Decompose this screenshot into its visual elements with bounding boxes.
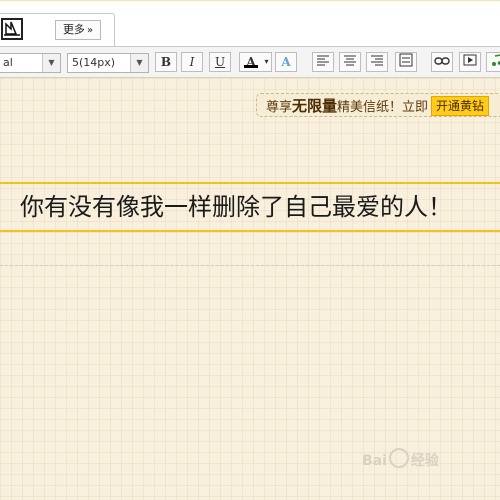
more-button[interactable]: 更多» [55,20,101,40]
align-left-button[interactable] [312,52,334,72]
watermark-left: Bai [362,453,387,469]
font-family-value: al [3,56,13,69]
font-size-select[interactable]: 5(14px) ▼ [67,53,149,73]
insert-music-button[interactable] [486,52,500,72]
insert-video-button[interactable] [459,52,481,72]
align-center-button[interactable] [339,52,361,72]
editor-tab-strip: 更多» [0,0,500,48]
baidu-jingyan-watermark: Bai 经验 [362,448,482,476]
promo-suffix: 精美信纸！立即 [337,100,429,115]
activate-vip-button[interactable]: 开通黄钻 [431,96,490,116]
divider-icon [399,53,413,67]
insert-link-button[interactable] [431,52,453,72]
align-right-icon [371,55,383,66]
bold-button[interactable]: B [155,52,177,72]
underline-button[interactable]: U [209,52,231,72]
font-family-select[interactable]: al ▼ [0,53,61,73]
text-background-color-button[interactable]: A [275,52,297,72]
more-button-label: 更多 [62,23,85,36]
headline-bottom-border [0,230,500,232]
video-icon [463,54,477,66]
dropdown-arrow-icon[interactable]: ▼ [130,54,148,72]
headline-top-border [0,182,500,184]
stationery-icon [1,18,23,40]
format-toolbar: al ▼ 5(14px) ▼ B I U A ▾ A [0,46,500,78]
vip-promo-banner: 尊享无限量精美信纸！立即 开通黄钻 [256,93,500,117]
italic-button[interactable]: I [181,52,203,72]
chevron-down-icon: » [86,25,94,36]
promo-prefix: 尊享 [266,100,293,115]
font-color-swatch [244,65,258,68]
letter-headline: 你有没有像我一样删除了自己最爱的人！ [20,193,452,221]
music-note-icon [492,54,500,66]
promo-highlight: 无限量 [292,97,338,115]
font-color-button[interactable]: A [239,52,263,72]
paw-icon [388,448,409,468]
align-right-button[interactable] [366,52,388,72]
align-left-icon [317,55,329,66]
dashed-divider [0,265,500,266]
font-color-dropdown-arrow-icon[interactable]: ▾ [262,52,272,72]
watermark-right: 经验 [410,453,439,469]
letter-editor-area[interactable]: 尊享无限量精美信纸！立即 开通黄钻 你有没有像我一样删除了自己最爱的人！ Bai 经… [0,78,500,500]
align-center-icon [344,55,356,66]
insert-divider-button[interactable] [395,52,417,72]
stationery-tab[interactable]: 更多» [0,13,115,48]
link-icon [434,57,450,65]
font-size-value: 5(14px) [72,56,116,69]
dropdown-arrow-icon[interactable]: ▼ [42,54,60,72]
